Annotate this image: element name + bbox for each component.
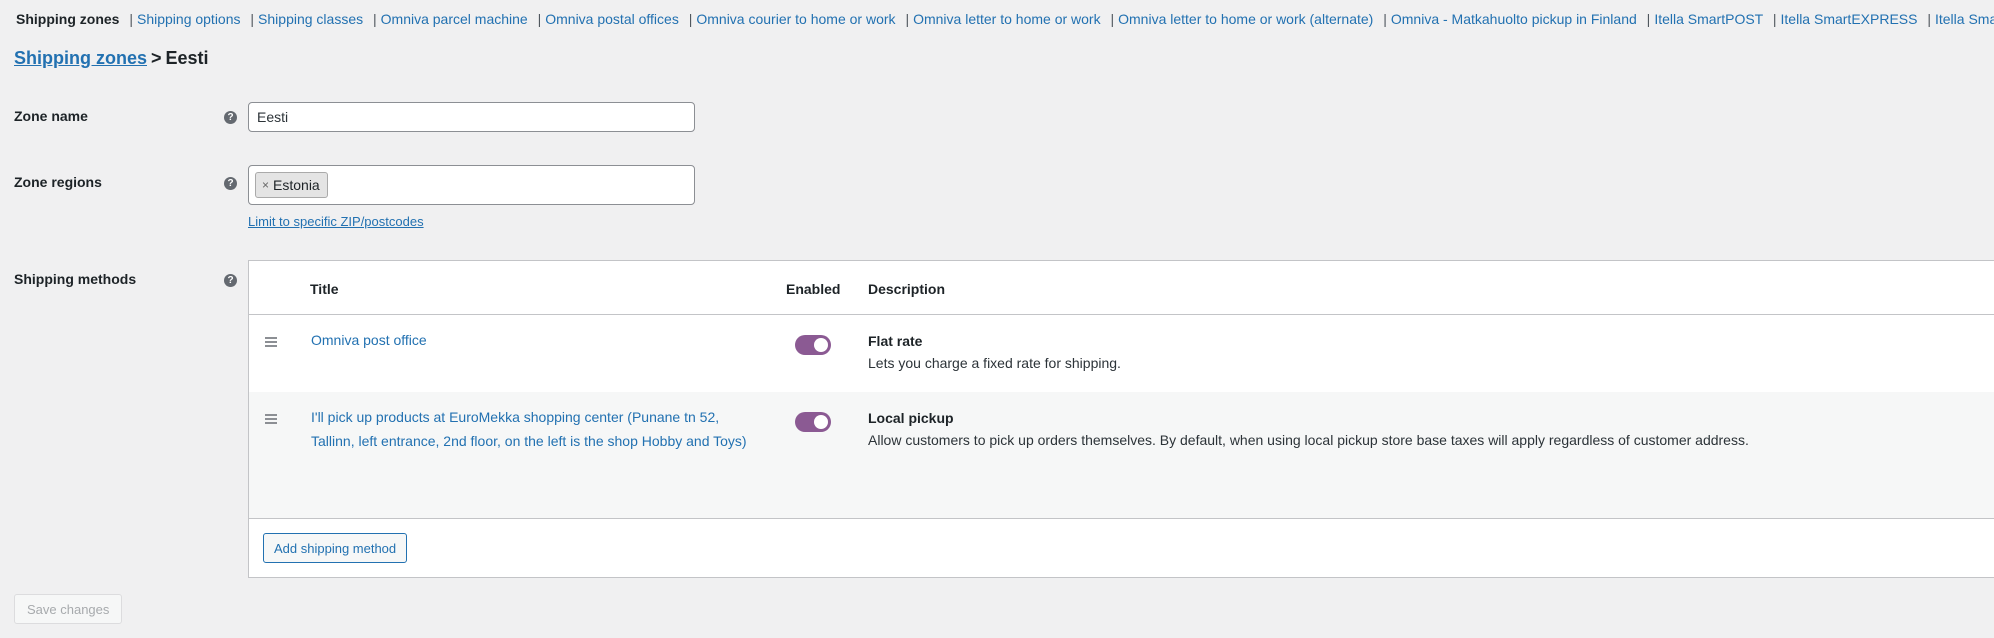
subnav-omniva-letter-alternate[interactable]: Omniva letter to home or work (alternate… — [1118, 11, 1373, 27]
breadcrumb-current: Eesti — [165, 48, 209, 68]
subnav-itella-smartpost[interactable]: Itella SmartPOST — [1654, 11, 1763, 27]
subnav-separator: | — [1772, 11, 1777, 27]
breadcrumb-shipping-zones-link[interactable]: Shipping zones — [14, 48, 147, 68]
subnav-separator: | — [688, 11, 693, 27]
toggle-knob — [814, 415, 828, 429]
subnav-shipping-options[interactable]: Shipping options — [137, 11, 241, 27]
zone-regions-select[interactable]: × Estonia — [248, 165, 695, 205]
zone-name-label: Zone name — [14, 108, 88, 124]
save-changes-button[interactable]: Save changes — [14, 594, 123, 624]
method-type: Local pickup — [868, 410, 954, 426]
region-chip-estonia: × Estonia — [255, 172, 328, 198]
region-chip-label: Estonia — [273, 177, 320, 193]
zone-name-help-icon[interactable]: ? — [224, 111, 237, 124]
table-row: I'll pick up products at EuroMekka shopp… — [249, 392, 1994, 518]
zone-regions-label: Zone regions — [14, 174, 102, 190]
subnav-separator: | — [129, 11, 133, 27]
subnav-separator: | — [905, 11, 910, 27]
drag-handle-icon[interactable] — [265, 337, 277, 347]
zone-name-input[interactable] — [248, 102, 695, 132]
subnav-separator: | — [1927, 11, 1931, 27]
subnav-itella-smartexpress[interactable]: Itella SmartEXPRESS — [1781, 11, 1918, 27]
method-enabled-toggle[interactable] — [795, 412, 831, 432]
toggle-knob — [814, 338, 828, 352]
remove-region-icon[interactable]: × — [262, 173, 269, 197]
zone-regions-help-icon[interactable]: ? — [224, 177, 237, 190]
method-title-link[interactable]: I'll pick up products at EuroMekka shopp… — [311, 405, 751, 453]
shipping-methods-help-icon[interactable]: ? — [224, 274, 237, 287]
subnav-separator: | — [537, 11, 542, 27]
table-row: Omniva post office Flat rate Lets you ch… — [249, 315, 1994, 392]
limit-zip-postcodes-link[interactable]: Limit to specific ZIP/postcodes — [248, 214, 424, 229]
method-title-link[interactable]: Omniva post office — [311, 328, 751, 352]
subnav-shipping-classes[interactable]: Shipping classes — [258, 11, 363, 27]
shipping-subnav: Shipping zones | Shipping options | Shippi… — [16, 9, 1994, 29]
subnav-separator: | — [250, 11, 255, 27]
subnav-itella-smartkuller[interactable]: Itella SmartKULLER — [1935, 11, 1994, 27]
table-footer-divider — [249, 518, 1994, 519]
breadcrumb-separator: > — [151, 48, 162, 68]
subnav-separator: | — [1110, 11, 1115, 27]
add-shipping-method-button[interactable]: Add shipping method — [263, 533, 408, 563]
shipping-methods-table: Title Enabled Description Omniva post of… — [248, 260, 1994, 578]
subnav-shipping-zones[interactable]: Shipping zones — [16, 11, 119, 27]
subnav-omniva-parcel-machine[interactable]: Omniva parcel machine — [381, 11, 528, 27]
method-description: Allow customers to pick up orders themse… — [868, 432, 1749, 448]
subnav-omniva-letter[interactable]: Omniva letter to home or work — [913, 11, 1101, 27]
drag-handle-icon[interactable] — [265, 414, 277, 424]
method-description: Lets you charge a fixed rate for shippin… — [868, 355, 1121, 371]
method-type: Flat rate — [868, 333, 923, 349]
column-header-title: Title — [310, 281, 339, 297]
shipping-zone-edit-page: Shipping zones | Shipping options | Shippi… — [0, 0, 1994, 638]
subnav-omniva-matkahuolto[interactable]: Omniva - Matkahuolto pickup in Finland — [1391, 11, 1637, 27]
method-enabled-toggle[interactable] — [795, 335, 831, 355]
subnav-separator: | — [1383, 11, 1387, 27]
subnav-separator: | — [373, 11, 377, 27]
shipping-methods-label: Shipping methods — [14, 271, 137, 287]
column-header-enabled: Enabled — [786, 281, 841, 297]
subnav-omniva-postal-offices[interactable]: Omniva postal offices — [545, 11, 679, 27]
subnav-separator: | — [1646, 11, 1651, 27]
breadcrumb: Shipping zones > Eesti — [14, 46, 209, 70]
column-header-description: Description — [868, 281, 946, 297]
subnav-omniva-courier[interactable]: Omniva courier to home or work — [696, 11, 895, 27]
